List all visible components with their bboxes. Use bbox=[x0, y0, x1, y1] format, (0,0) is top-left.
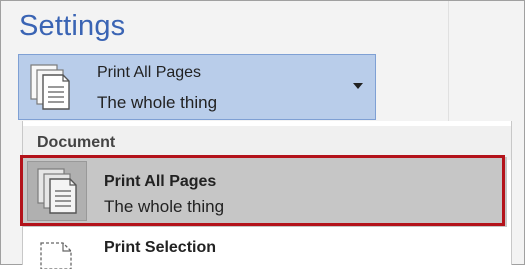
selector-subtitle: The whole thing bbox=[97, 93, 218, 112]
settings-title: Settings bbox=[19, 10, 126, 42]
selector-label: Print All Pages bbox=[97, 64, 202, 81]
panel-divider bbox=[448, 1, 449, 121]
group-label-document: Document bbox=[37, 134, 116, 151]
dropdown-arrow-icon[interactable] bbox=[353, 83, 363, 89]
option-print-selection[interactable]: Print Selection bbox=[104, 239, 216, 257]
print-range-selector[interactable]: Print All Pages The whole thing bbox=[18, 54, 376, 120]
callout-highlight-box bbox=[20, 155, 505, 226]
pages-stack-icon bbox=[30, 64, 70, 110]
